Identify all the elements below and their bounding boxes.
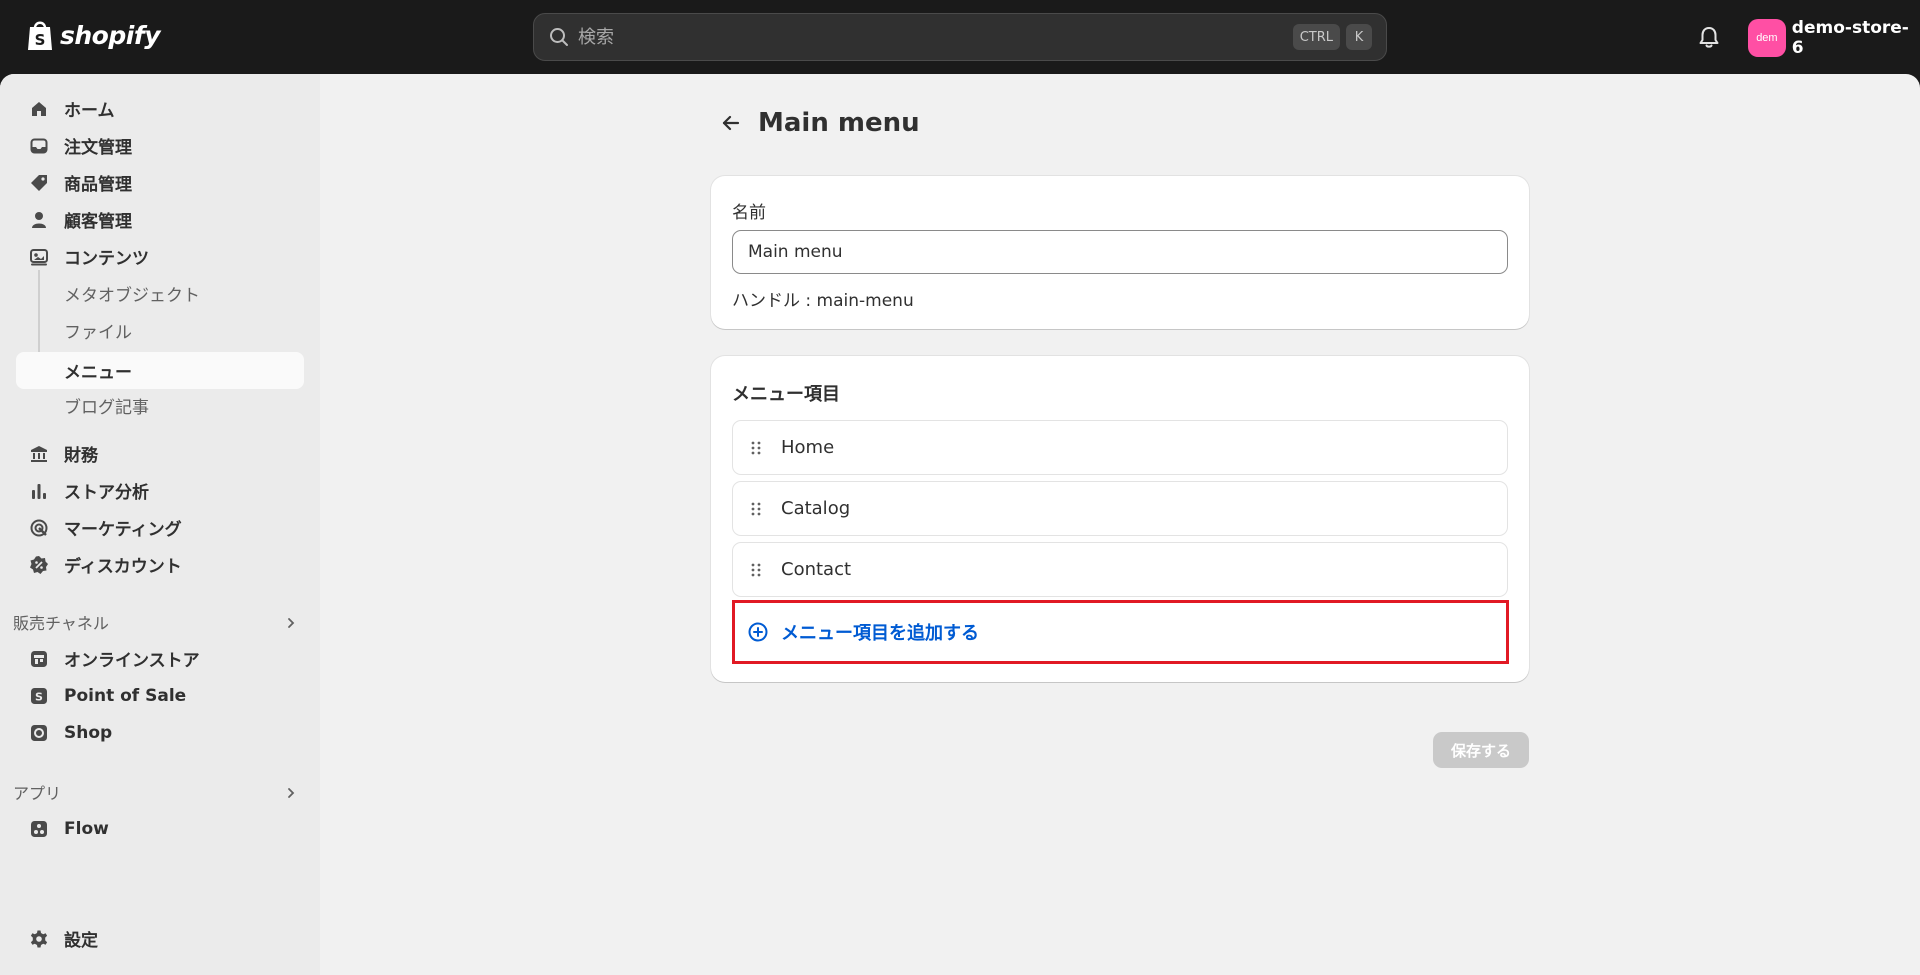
search-input[interactable] bbox=[578, 26, 1287, 48]
menu-item-label: Contact bbox=[781, 559, 852, 580]
menu-name-input[interactable] bbox=[732, 230, 1508, 274]
tag-icon bbox=[28, 172, 50, 194]
shopify-bag-icon: S bbox=[28, 21, 52, 50]
sidebar-subitem-label: メタオブジェクト bbox=[64, 286, 200, 306]
brand-wordmark: shopify bbox=[60, 20, 161, 50]
inbox-icon bbox=[28, 135, 50, 157]
drag-handle-icon[interactable] bbox=[750, 502, 762, 516]
add-menu-item-label: メニュー項目を追加する bbox=[781, 623, 979, 644]
sidebar-item-shop[interactable]: Shop bbox=[16, 714, 304, 751]
sidebar-subitem-files[interactable]: ファイル bbox=[16, 312, 304, 349]
target-icon bbox=[28, 517, 50, 539]
store-icon bbox=[28, 648, 50, 670]
sidebar-item-content[interactable]: コンテンツ bbox=[16, 238, 304, 275]
shortcut-key-ctrl: CTRL bbox=[1292, 24, 1340, 50]
sidebar-item-finance[interactable]: 財務 bbox=[16, 435, 304, 472]
store-switcher[interactable]: dem demo-store-6 bbox=[1748, 18, 1920, 58]
sidebar-item-label: ストア分析 bbox=[64, 483, 149, 503]
drag-handle-icon[interactable] bbox=[750, 441, 762, 455]
bank-icon bbox=[28, 443, 50, 465]
search-icon bbox=[550, 28, 568, 46]
menu-name-card: 名前 ハンドル : main-menu bbox=[711, 176, 1529, 329]
sidebar-item-marketing[interactable]: マーケティング bbox=[16, 509, 304, 546]
add-menu-item-button[interactable]: メニュー項目を追加する bbox=[732, 600, 1509, 664]
menu-item-row[interactable]: Catalog bbox=[732, 481, 1508, 536]
sidebar-item-customers[interactable]: 顧客管理 bbox=[16, 201, 304, 238]
save-button[interactable]: 保存する bbox=[1433, 732, 1529, 768]
sidebar-item-label: Point of Sale bbox=[64, 685, 187, 706]
flow-icon bbox=[28, 818, 50, 840]
sidebar-item-label: Shop bbox=[64, 722, 113, 743]
shopify-logo[interactable]: S shopify bbox=[26, 18, 161, 52]
sidebar-item-analytics[interactable]: ストア分析 bbox=[16, 472, 304, 509]
shortcut-key-k: K bbox=[1346, 24, 1372, 50]
top-bar: S shopify CTRL K dem demo-store-6 bbox=[0, 0, 1920, 74]
sidebar-subitem-label: ファイル bbox=[64, 323, 132, 343]
sidebar-item-label: 設定 bbox=[64, 931, 98, 951]
sidebar-subitem-metaobjects[interactable]: メタオブジェクト bbox=[16, 275, 304, 312]
gear-icon bbox=[28, 928, 50, 950]
page-header: Main menu bbox=[716, 108, 920, 138]
sidebar-item-settings[interactable]: 設定 bbox=[16, 920, 304, 957]
menu-item-row[interactable]: Home bbox=[732, 420, 1508, 475]
sidebar-item-discounts[interactable]: ディスカウント bbox=[16, 546, 304, 583]
sidebar-subitem-label: メニュー bbox=[64, 363, 132, 383]
sidebar-item-label: ディスカウント bbox=[64, 557, 182, 577]
sales-channels-heading: 販売チャネル bbox=[13, 614, 109, 633]
search-bar[interactable]: CTRL K bbox=[533, 13, 1387, 61]
sidebar-item-flow[interactable]: Flow bbox=[16, 810, 304, 847]
page-title: Main menu bbox=[758, 108, 920, 138]
bell-icon[interactable] bbox=[1696, 24, 1722, 50]
sidebar-item-label: ホーム bbox=[64, 101, 115, 121]
back-button[interactable] bbox=[716, 108, 746, 138]
chevron-right-icon[interactable] bbox=[284, 616, 298, 630]
menu-item-label: Home bbox=[781, 437, 835, 458]
sidebar-item-label: 顧客管理 bbox=[64, 212, 132, 232]
svg-text:S: S bbox=[35, 690, 43, 703]
pos-icon: S bbox=[28, 685, 50, 707]
sidebar-item-label: マーケティング bbox=[64, 520, 182, 540]
store-name: demo-store-6 bbox=[1791, 18, 1909, 58]
sidebar-item-label: 財務 bbox=[64, 446, 98, 466]
handle-text: ハンドル : main-menu bbox=[732, 291, 914, 311]
menu-items-title: メニュー項目 bbox=[732, 384, 840, 405]
sidebar-item-products[interactable]: 商品管理 bbox=[16, 164, 304, 201]
sidebar-item-point-of-sale[interactable]: S Point of Sale bbox=[16, 677, 304, 714]
home-icon bbox=[28, 98, 50, 120]
sidebar-item-home[interactable]: ホーム bbox=[16, 90, 304, 127]
sidebar-item-orders[interactable]: 注文管理 bbox=[16, 127, 304, 164]
menu-item-row[interactable]: Contact bbox=[732, 542, 1508, 597]
sidebar-subitem-label: ブログ記事 bbox=[64, 398, 149, 418]
avatar: dem bbox=[1748, 19, 1786, 57]
sidebar-item-online-store[interactable]: オンラインストア bbox=[16, 640, 304, 677]
discount-icon bbox=[28, 554, 50, 576]
main-shell: ホーム 注文管理 商品管理 顧客管理 コンテンツ メタオブジェクト ファイル メ… bbox=[0, 74, 1920, 975]
sidebar-item-label: 商品管理 bbox=[64, 175, 132, 195]
sidebar-item-label: コンテンツ bbox=[64, 249, 149, 269]
person-icon bbox=[28, 209, 50, 231]
apps-heading: アプリ bbox=[13, 784, 62, 803]
chevron-right-icon[interactable] bbox=[284, 786, 298, 800]
chart-icon bbox=[28, 480, 50, 502]
sidebar-item-label: Flow bbox=[64, 818, 109, 839]
name-label: 名前 bbox=[732, 203, 766, 223]
plus-circle-icon bbox=[748, 622, 768, 642]
sidebar-subitem-menus[interactable]: メニュー bbox=[16, 352, 304, 389]
sidebar: ホーム 注文管理 商品管理 顧客管理 コンテンツ メタオブジェクト ファイル メ… bbox=[0, 74, 320, 975]
svg-text:S: S bbox=[35, 31, 46, 49]
arrow-left-icon bbox=[722, 115, 740, 131]
menu-item-label: Catalog bbox=[781, 498, 851, 519]
menu-items-card: メニュー項目 Home Catalog Contact メニュー項目を追加する bbox=[711, 356, 1529, 682]
shop-icon bbox=[28, 722, 50, 744]
sidebar-subitem-blog-posts[interactable]: ブログ記事 bbox=[16, 387, 304, 424]
content-icon bbox=[28, 246, 50, 268]
sidebar-item-label: オンラインストア bbox=[64, 651, 200, 671]
sidebar-item-label: 注文管理 bbox=[64, 138, 132, 158]
drag-handle-icon[interactable] bbox=[750, 563, 762, 577]
